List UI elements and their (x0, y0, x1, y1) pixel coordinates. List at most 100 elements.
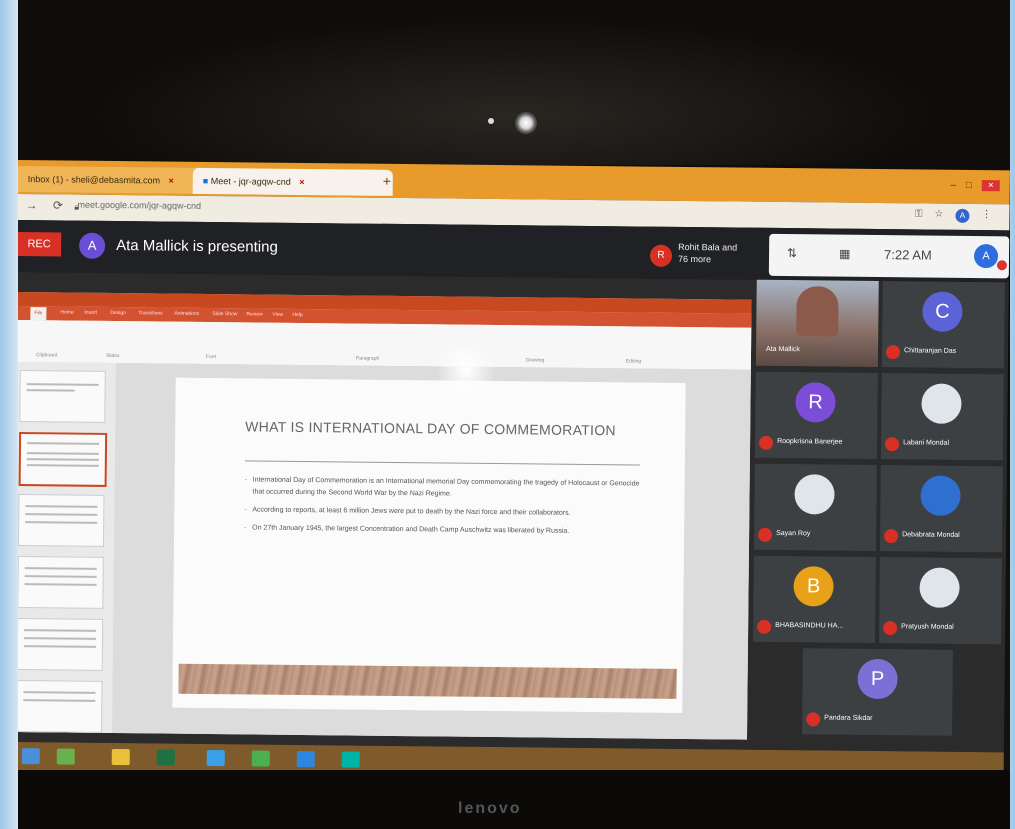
participant-tile-sayan[interactable]: Sayan Roy (753, 463, 877, 552)
ribbon-group-drawing: Drawing (525, 357, 545, 364)
tab-meet[interactable]: ■ Meet - jqr-agqw-cnd × (192, 167, 393, 196)
app-icon[interactable] (341, 751, 360, 768)
ribbon-tab-home[interactable]: Home (60, 309, 73, 315)
user-avatar[interactable]: A (973, 244, 999, 269)
slide-bullets: International Day of Commemoration is an… (244, 474, 645, 544)
network-icon[interactable]: ⇅ (787, 246, 797, 260)
webcam-icon (515, 112, 537, 134)
chrome-icon[interactable] (251, 750, 270, 767)
current-slide[interactable]: WHAT IS INTERNATIONAL DAY OF COMMEMORATI… (172, 377, 686, 713)
ribbon-group-paragraph: Paragraph (355, 355, 380, 362)
participant-tile-labani[interactable]: Labani Mondal (880, 373, 1004, 461)
meet-tab-icon: ■ (202, 175, 209, 186)
participant-tile-bhabasindhu[interactable]: B BHABASINDHU HA... (752, 555, 876, 644)
clock-time: 7:22 AM (883, 247, 932, 263)
slide-thumbnail[interactable] (18, 680, 103, 733)
forward-icon[interactable]: → (25, 198, 37, 212)
mic-off-icon (758, 527, 773, 542)
wood-banner-image (178, 663, 677, 699)
maximize-icon[interactable]: □ (966, 180, 972, 191)
window-controls: – □ × (950, 180, 1000, 192)
ribbon-group-clipboard: Clipboard (35, 352, 58, 359)
participant-name: Ata Mallick (766, 345, 800, 354)
people-summary[interactable]: Rohit Bala and 76 more (678, 241, 748, 266)
participant-name: Roopkrisna Banerjee (777, 437, 843, 446)
slide-thumbnail[interactable] (19, 370, 106, 423)
people-avatar: R (649, 244, 673, 267)
participant-avatar: R (795, 382, 836, 423)
star-icon[interactable]: ☆ (934, 209, 943, 223)
slide-bullet: International Day of Commemoration is an… (244, 474, 644, 502)
profile-avatar[interactable]: A (955, 208, 970, 223)
ribbon-tab-view[interactable]: View (272, 312, 283, 318)
tab-label: Meet - jqr-agqw-cnd (210, 176, 291, 187)
ribbon-group-slides: Slides (105, 352, 120, 360)
presentation-stage: File Home Insert Design Transitions Anim… (18, 271, 1009, 753)
participant-tile-ata[interactable]: Ata Mallick (755, 279, 879, 368)
presenter-avatar: A (78, 232, 106, 259)
slide-thumbnail[interactable] (18, 556, 104, 609)
excel-icon[interactable] (156, 749, 175, 766)
reload-icon[interactable]: ⟳ (53, 198, 63, 212)
meet-icon[interactable] (296, 750, 315, 768)
tab-label: Inbox (1) - sheli@debasmita.com (27, 174, 161, 186)
mic-off-icon (806, 712, 821, 727)
notification-badge (996, 260, 1008, 271)
start-icon[interactable] (21, 748, 40, 765)
explorer-icon[interactable] (111, 749, 130, 766)
slide-thumbnail-selected[interactable] (18, 432, 108, 487)
ribbon-tab-file[interactable]: File (30, 307, 47, 321)
participant-name: BHABASINDHU HA... (775, 621, 844, 630)
slide-title: WHAT IS INTERNATIONAL DAY OF COMMEMORATI… (245, 418, 616, 439)
search-icon[interactable] (56, 748, 75, 765)
tab-inbox[interactable]: Inbox (1) - sheli@debasmita.com × (18, 165, 203, 194)
minimize-icon[interactable]: – (950, 180, 956, 191)
webcam-led (488, 118, 494, 124)
laptop-photo: Inbox (1) - sheli@debasmita.com × ■ Meet… (18, 0, 1010, 829)
participant-name: Sayan Roy (776, 529, 811, 538)
slide-thumbnail[interactable] (18, 618, 104, 671)
ribbon-tab-animations[interactable]: Animations (174, 311, 199, 317)
participant-tile-pandara[interactable]: P Pandara Sikdar (802, 648, 953, 736)
slide-thumbnail[interactable] (18, 494, 105, 547)
participant-tile-debabrata[interactable]: Debabrata Mondal (879, 465, 1003, 553)
close-window-icon[interactable]: × (981, 180, 1000, 192)
recording-badge: REC (18, 231, 62, 257)
maps-icon[interactable] (206, 750, 225, 767)
presenting-label: Ata Mallick is presenting (116, 237, 278, 256)
key-icon[interactable]: ⚿ (915, 208, 923, 222)
participant-tile-roopkrisna[interactable]: R Roopkrisna Banerjee (754, 371, 878, 460)
ribbon-tab-help[interactable]: Help (292, 312, 302, 318)
laptop-bezel-bottom: lenovo (18, 770, 1010, 829)
laptop-bezel-top (18, 0, 1010, 165)
mic-off-icon (759, 435, 774, 450)
participant-tile-chittaranjan[interactable]: C Chittaranjan Das (881, 281, 1005, 369)
ribbon-tab-transitions[interactable]: Transitions (138, 310, 162, 316)
ribbon-group-font: Font (205, 353, 216, 361)
slide-thumbnails (18, 361, 116, 734)
mic-off-icon (757, 619, 772, 634)
mic-off-icon (883, 621, 898, 636)
participant-name: Pratyush Mondal (901, 623, 954, 631)
ribbon-tab-design[interactable]: Design (110, 310, 126, 316)
participant-name: Chittaranjan Das (904, 347, 957, 355)
participant-avatar: B (793, 566, 834, 607)
ribbon-group-editing: Editing (625, 358, 642, 365)
participant-photo (919, 567, 960, 608)
new-tab-button[interactable]: + (383, 173, 391, 189)
participant-avatar: C (922, 291, 963, 332)
close-icon[interactable]: × (168, 176, 173, 186)
participant-tile-pratyush[interactable]: Pratyush Mondal (878, 557, 1002, 645)
grid-icon[interactable]: ▦ (839, 247, 850, 261)
laptop-brand-logo: lenovo (458, 800, 522, 817)
ribbon-tab-insert[interactable]: Insert (84, 310, 97, 316)
menu-icon[interactable]: ⋮ (981, 209, 991, 223)
close-icon[interactable]: × (299, 177, 304, 187)
slide-bullet: According to reports, at least 6 million… (244, 504, 644, 520)
mic-off-icon (884, 529, 899, 544)
ribbon-tab-review[interactable]: Review (246, 311, 262, 317)
mic-off-icon (885, 345, 901, 360)
participant-name: Labani Mondal (903, 439, 950, 447)
ribbon-tab-slideshow[interactable]: Slide Show (212, 311, 237, 317)
url-field[interactable]: meet.google.com/jqr-agqw-cnd (77, 200, 201, 211)
